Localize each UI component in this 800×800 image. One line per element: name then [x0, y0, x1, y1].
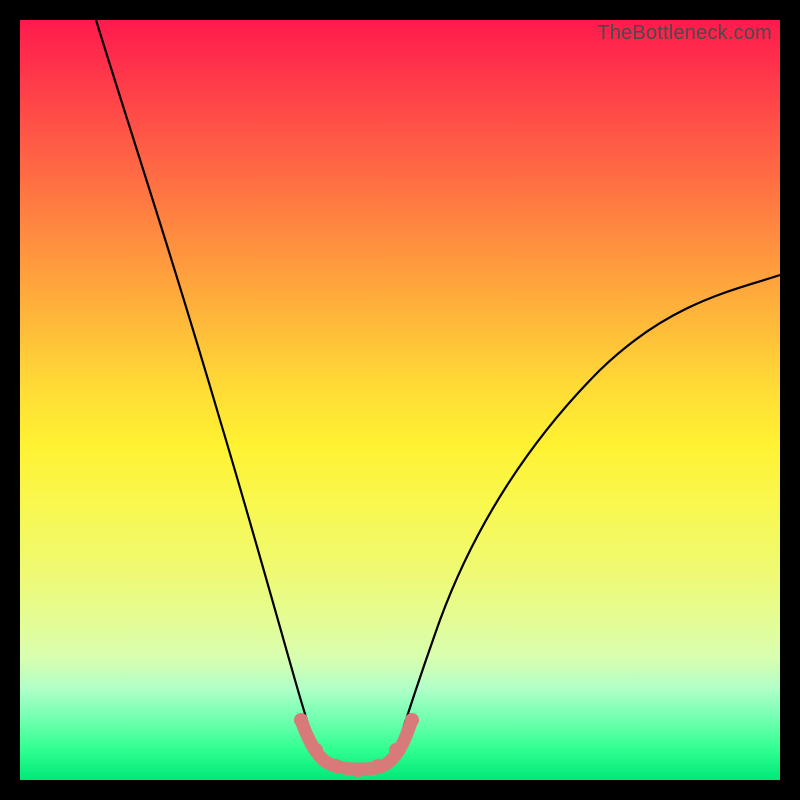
trough-marker-dots — [294, 713, 419, 777]
chart-frame: TheBottleneck.com — [0, 0, 800, 800]
left-curve — [96, 20, 319, 757]
chart-svg — [20, 20, 780, 780]
watermark-text: TheBottleneck.com — [597, 22, 772, 45]
right-curve — [394, 275, 780, 757]
